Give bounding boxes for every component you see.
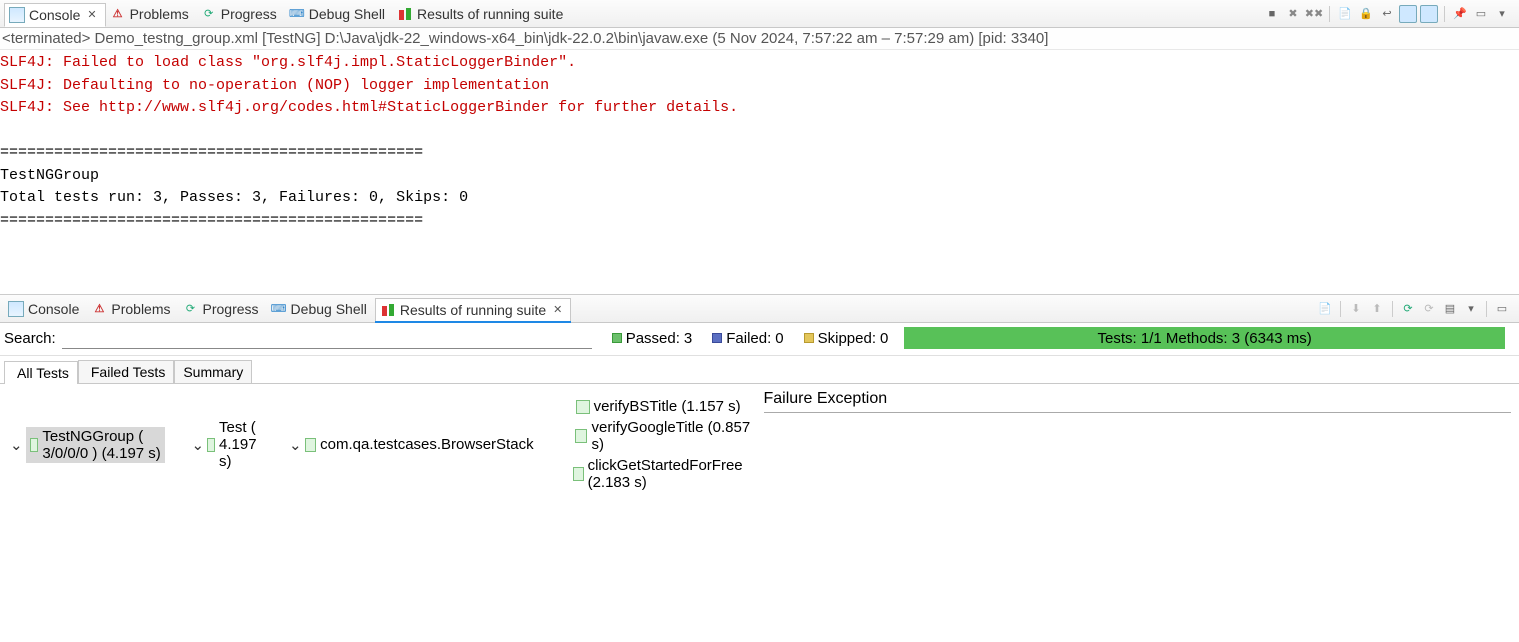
results-icon	[397, 6, 413, 22]
fail-icon	[712, 333, 722, 343]
clear-console-icon[interactable]: 📄	[1336, 5, 1354, 23]
console-toolbar: ■ ✖ ✖✖ 📄 🔒 ↩ 📌 ▭ ▾	[1263, 5, 1515, 23]
subtab-all-tests[interactable]: All Tests	[4, 361, 78, 384]
expand-toggle-icon[interactable]: ⌄	[10, 436, 22, 454]
top-tabbar: Console ✕ ⚠ Problems ⟳ Progress ⌨ Debug …	[0, 0, 1519, 28]
tab-debug-label: Debug Shell	[309, 6, 385, 22]
method-pass-icon	[576, 400, 590, 414]
scroll-lock-icon[interactable]: 🔒	[1357, 5, 1375, 23]
tab-results-b[interactable]: Results of running suite ✕	[375, 298, 572, 322]
tab-results[interactable]: Results of running suite	[393, 2, 571, 26]
results-toolbar: 📄 ⬇ ⬆ ⟳ ⟳ ▤ ▾ ▭	[1316, 300, 1515, 318]
tab-console-label: Console	[29, 7, 80, 23]
method-pass-icon	[573, 467, 584, 481]
tree-suite-label: TestNGGroup ( 3/0/0/0 ) (4.197 s)	[42, 428, 161, 462]
remove-all-icon[interactable]: ✖✖	[1305, 5, 1323, 23]
tab-debug-shell[interactable]: ⌨ Debug Shell	[285, 2, 393, 26]
tab-problems-b-label: Problems	[111, 301, 170, 317]
layout-icon[interactable]: ▤	[1441, 300, 1459, 318]
bottom-tabbar: Console ⚠ Problems ⟳ Progress ⌨ Debug Sh…	[0, 295, 1519, 323]
method-pass-icon	[575, 429, 588, 443]
word-wrap-icon[interactable]: ↩	[1378, 5, 1396, 23]
progress-icon: ⟳	[183, 301, 199, 317]
tab-problems[interactable]: ⚠ Problems	[106, 2, 197, 26]
rerun-icon[interactable]: ⟳	[1399, 300, 1417, 318]
console-icon	[9, 7, 25, 23]
view-menu-icon[interactable]: ▾	[1462, 300, 1480, 318]
show-console-icon[interactable]	[1399, 5, 1417, 23]
expand-toggle-icon[interactable]: ⌄	[289, 436, 301, 454]
test-icon	[207, 438, 215, 452]
minimize-icon[interactable]: ▭	[1493, 300, 1511, 318]
view-menu-icon[interactable]: ▾	[1493, 5, 1511, 23]
problems-icon: ⚠	[91, 301, 107, 317]
failed-stat: Failed: 0	[712, 330, 783, 347]
passed-stat: Passed: 3	[612, 330, 693, 347]
show-console-err-icon[interactable]	[1420, 5, 1438, 23]
results-icon	[380, 302, 396, 318]
remove-launch-icon[interactable]: ✖	[1284, 5, 1302, 23]
tab-progress-b[interactable]: ⟳ Progress	[179, 297, 267, 321]
debug-shell-icon: ⌨	[289, 6, 305, 22]
tree-class-node[interactable]: ⌄ com.qa.testcases.BrowserStack	[289, 394, 751, 495]
class-icon	[305, 438, 316, 452]
tab-console[interactable]: Console ✕	[4, 3, 106, 27]
console-output: SLF4J: Failed to load class "org.slf4j.i…	[0, 50, 1519, 294]
console-icon	[8, 301, 24, 317]
problems-icon: ⚠	[110, 6, 126, 22]
results-search-row: Search: Passed: 3 Failed: 0 Skipped: 0	[0, 323, 1519, 356]
terminated-info: <terminated> Demo_testng_group.xml [Test…	[0, 28, 1519, 50]
subtab-failed-tests[interactable]: Failed Tests	[78, 360, 174, 383]
terminate-all-icon[interactable]: ■	[1263, 5, 1281, 23]
tree-test-label: Test ( 4.197 s)	[219, 419, 263, 470]
pass-icon	[612, 333, 622, 343]
tab-results-label: Results of running suite	[417, 6, 563, 22]
tab-debug-b[interactable]: ⌨ Debug Shell	[267, 297, 375, 321]
tab-problems-label: Problems	[130, 6, 189, 22]
suite-icon	[30, 438, 38, 452]
prev-failure-icon[interactable]: ⬇	[1347, 300, 1365, 318]
results-subtabs: All Tests Failed Tests Summary	[0, 356, 1519, 384]
failure-detail: Failure Exception	[756, 384, 1519, 642]
tab-problems-b[interactable]: ⚠ Problems	[87, 297, 178, 321]
clear-results-icon[interactable]: 📄	[1316, 300, 1334, 318]
test-progress-bar: Tests: 1/1 Methods: 3 (6343 ms)	[904, 327, 1505, 349]
tree-method-label: clickGetStartedForFree (2.183 s)	[588, 457, 752, 491]
search-label: Search:	[4, 330, 56, 347]
display-selected-icon[interactable]: ▭	[1472, 5, 1490, 23]
debug-shell-icon: ⌨	[271, 301, 287, 317]
tree-method-label: verifyBSTitle (1.157 s)	[594, 398, 741, 415]
tab-debug-b-label: Debug Shell	[291, 301, 367, 317]
rerun-failed-icon[interactable]: ⟳	[1420, 300, 1438, 318]
tree-method-label: verifyGoogleTitle (0.857 s)	[591, 419, 751, 453]
tree-method-node[interactable]: verifyBSTitle (1.157 s)	[560, 396, 752, 417]
skipped-stat: Skipped: 0	[804, 330, 889, 347]
next-failure-icon[interactable]: ⬆	[1368, 300, 1386, 318]
tree-suite-node[interactable]: ⌄ TestNGGroup ( 3/0/0/0 ) (4.197 s) ⌄ Te…	[10, 390, 752, 499]
progress-icon: ⟳	[201, 6, 217, 22]
tree-method-node[interactable]: clickGetStartedForFree (2.183 s)	[560, 455, 752, 493]
tab-progress-b-label: Progress	[203, 301, 259, 317]
close-icon[interactable]: ✕	[553, 303, 562, 316]
skip-icon	[804, 333, 814, 343]
close-icon[interactable]: ✕	[87, 8, 96, 21]
tree-method-node[interactable]: verifyGoogleTitle (0.857 s)	[560, 417, 752, 455]
search-input[interactable]	[62, 327, 592, 349]
tree-test-node[interactable]: ⌄ Test ( 4.197 s) ⌄ com.qa.testcases.Bro…	[191, 392, 751, 497]
tab-progress[interactable]: ⟳ Progress	[197, 2, 285, 26]
tab-results-b-label: Results of running suite	[400, 302, 546, 318]
failure-heading: Failure Exception	[764, 390, 1512, 413]
tree-class-label: com.qa.testcases.BrowserStack	[320, 436, 533, 453]
tab-console-b-label: Console	[28, 301, 79, 317]
tab-progress-label: Progress	[221, 6, 277, 22]
pin-console-icon[interactable]: 📌	[1451, 5, 1469, 23]
tab-console-b[interactable]: Console	[4, 297, 87, 321]
subtab-summary[interactable]: Summary	[174, 360, 252, 383]
expand-toggle-icon[interactable]: ⌄	[191, 436, 203, 454]
test-tree: ⌄ TestNGGroup ( 3/0/0/0 ) (4.197 s) ⌄ Te…	[4, 390, 752, 499]
